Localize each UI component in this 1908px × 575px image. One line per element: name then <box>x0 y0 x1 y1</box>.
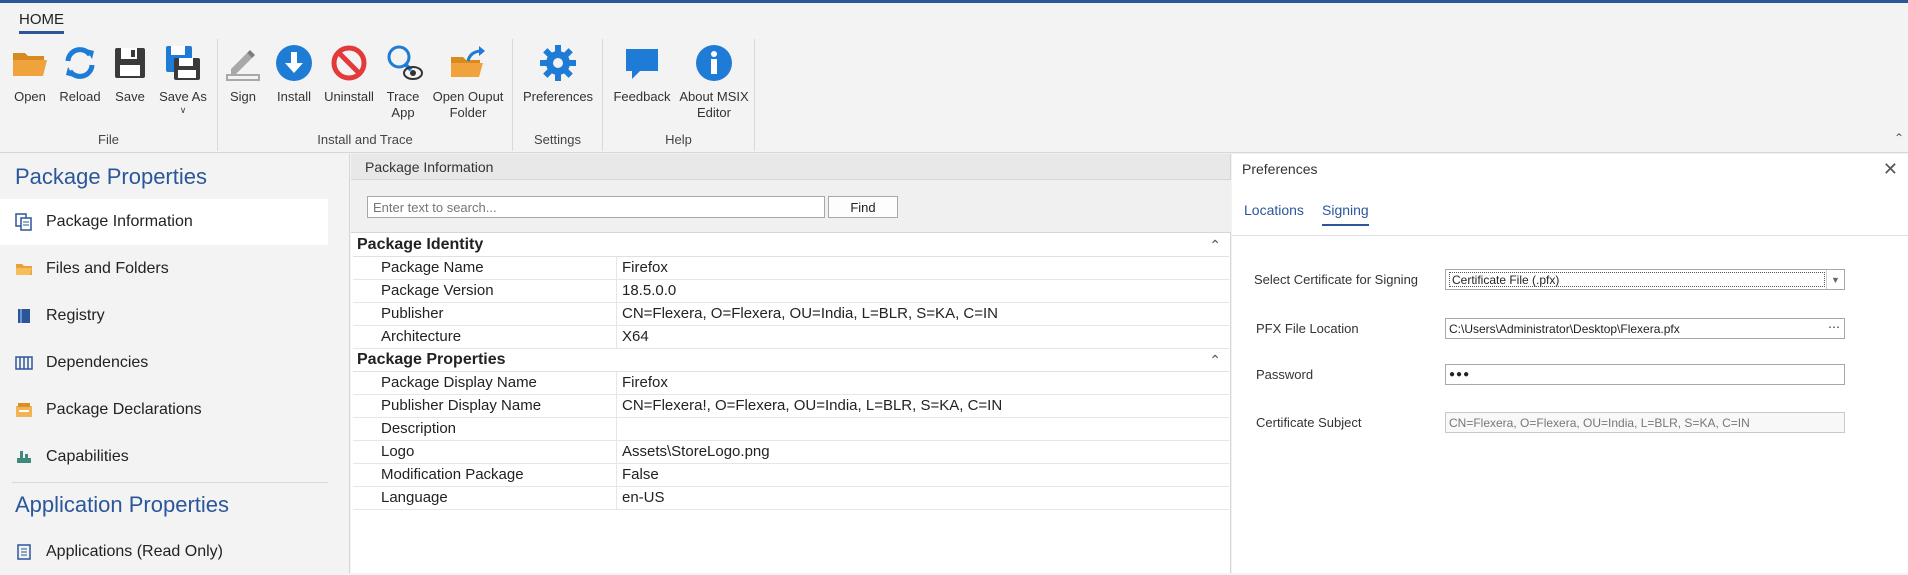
save-button[interactable]: Save <box>108 43 152 105</box>
ribbon-group-settings: Preferences Settings <box>513 39 603 151</box>
group-label-settings: Settings <box>534 132 581 147</box>
feedback-button[interactable]: Feedback <box>611 43 673 105</box>
ribbon-group-help: Feedback About MSIX Editor Help <box>603 39 755 151</box>
save-as-icon <box>166 46 200 80</box>
table-row[interactable]: Architecture X64 <box>353 326 1229 349</box>
certificate-type-select[interactable]: Certificate File (.pfx) ▼ <box>1445 269 1845 290</box>
nav-files-and-folders[interactable]: Files and Folders <box>0 246 328 292</box>
cert-select-label: Select Certificate for Signing <box>1254 272 1419 287</box>
package-info-icon <box>14 212 34 232</box>
preferences-title: Preferences <box>1232 154 1908 184</box>
section-title-package-properties: Package Properties <box>15 164 207 189</box>
password-field[interactable]: ●●● <box>1445 364 1845 385</box>
preferences-tabs: Locations Signing <box>1232 198 1908 236</box>
group-label-help: Help <box>665 132 692 147</box>
nav-dependencies[interactable]: Dependencies <box>0 340 328 386</box>
info-icon <box>696 45 732 81</box>
dependencies-icon <box>14 353 34 373</box>
table-row[interactable]: Publisher CN=Flexera, O=Flexera, OU=India… <box>353 303 1229 326</box>
browse-ellipsis-icon[interactable]: ⋯ <box>1828 320 1840 334</box>
tab-locations[interactable]: Locations <box>1244 202 1304 224</box>
left-nav-panel: Package Properties Package Information F… <box>0 154 350 573</box>
save-as-button[interactable]: Save As ∨ <box>155 43 211 115</box>
open-folder-icon <box>13 53 47 76</box>
capabilities-icon <box>14 447 34 467</box>
tab-signing[interactable]: Signing <box>1322 202 1369 226</box>
install-button[interactable]: Install <box>271 43 317 105</box>
section-title-application-properties: Application Properties <box>15 492 230 517</box>
trace-app-button[interactable]: Trace App <box>382 43 424 121</box>
feedback-speech-icon <box>626 49 658 79</box>
uninstall-prohibited-icon <box>331 45 367 81</box>
group-label-install-trace: Install and Trace <box>317 132 413 147</box>
search-bar: Find <box>351 180 1231 233</box>
nav-package-declarations[interactable]: Package Declarations <box>0 387 328 433</box>
table-row[interactable]: Publisher Display Name CN=Flexera!, O=Fle… <box>353 395 1229 418</box>
certificate-subject-label: Certificate Subject <box>1256 415 1362 430</box>
nav-capabilities[interactable]: Capabilities <box>0 434 328 480</box>
table-row[interactable]: Description <box>353 418 1229 441</box>
nav-package-information[interactable]: Package Information <box>0 199 328 245</box>
nav-registry[interactable]: Registry <box>0 293 328 339</box>
chevron-up-icon[interactable]: ⌃ <box>1209 352 1221 369</box>
trace-magnifier-icon <box>387 45 423 80</box>
chevron-down-icon[interactable]: ∨ <box>155 105 211 115</box>
group-package-properties[interactable]: Package Properties ⌃ <box>353 349 1229 372</box>
sign-pen-icon <box>226 50 260 81</box>
table-row[interactable]: Package Name Firefox <box>353 257 1229 280</box>
certificate-subject-field: CN=Flexera, O=Flexera, OU=India, L=BLR, … <box>1445 412 1845 433</box>
sign-button[interactable]: Sign <box>223 43 263 105</box>
output-folder-icon <box>451 46 485 77</box>
table-row[interactable]: Logo Assets\StoreLogo.png <box>353 441 1229 464</box>
tab-home[interactable]: HOME <box>19 11 64 34</box>
table-row[interactable]: Package Version 18.5.0.0 <box>353 280 1229 303</box>
property-grid: Package Identity ⌃ Package Name Firefox P… <box>353 234 1229 510</box>
ribbon: HOME Open Reload Save Save As ∨ File Sig… <box>0 3 1908 153</box>
declarations-icon <box>14 400 34 420</box>
uninstall-button[interactable]: Uninstall <box>322 43 376 105</box>
password-label: Password <box>1256 367 1314 382</box>
ribbon-group-install-trace: Sign Install Uninstall Trace App Open Ou… <box>218 39 513 151</box>
table-row[interactable]: Language en-US <box>353 487 1229 510</box>
table-row[interactable]: Modification Package False <box>353 464 1229 487</box>
table-row[interactable]: Package Display Name Firefox <box>353 372 1229 395</box>
reload-icon <box>65 47 95 79</box>
pfx-location-label: PFX File Location <box>1256 321 1359 336</box>
panel-header: Package Information <box>351 154 1230 180</box>
install-download-icon <box>276 45 312 81</box>
open-output-folder-button[interactable]: Open Ouput Folder <box>430 43 506 121</box>
group-package-identity[interactable]: Package Identity ⌃ <box>353 234 1229 257</box>
folder-icon <box>14 259 34 279</box>
reload-button[interactable]: Reload <box>56 43 104 105</box>
open-button[interactable]: Open <box>8 43 52 105</box>
applications-icon <box>14 542 34 562</box>
search-input[interactable] <box>367 196 825 218</box>
gear-icon <box>540 45 576 81</box>
about-button[interactable]: About MSIX Editor <box>677 43 751 121</box>
registry-icon <box>14 306 34 326</box>
collapse-ribbon-icon[interactable]: ⌃ <box>1894 131 1904 145</box>
ribbon-group-file: Open Reload Save Save As ∨ File <box>0 39 218 151</box>
pfx-location-field[interactable]: C:\Users\Administrator\Desktop\Flexera.p… <box>1445 318 1845 339</box>
close-icon[interactable]: ✕ <box>1883 159 1898 180</box>
nav-applications-read-only[interactable]: Applications (Read Only) <box>0 529 328 575</box>
preferences-panel: Preferences ✕ Locations Signing Select C… <box>1232 154 1908 573</box>
save-icon <box>115 48 145 78</box>
chevron-up-icon[interactable]: ⌃ <box>1209 237 1221 254</box>
package-information-panel: Package Information Find Package Identit… <box>351 154 1231 573</box>
dropdown-arrow-icon[interactable]: ▼ <box>1826 270 1844 289</box>
preferences-button[interactable]: Preferences <box>521 43 595 105</box>
find-button[interactable]: Find <box>828 196 898 218</box>
nav-divider <box>12 482 328 483</box>
group-label-file: File <box>98 132 119 147</box>
